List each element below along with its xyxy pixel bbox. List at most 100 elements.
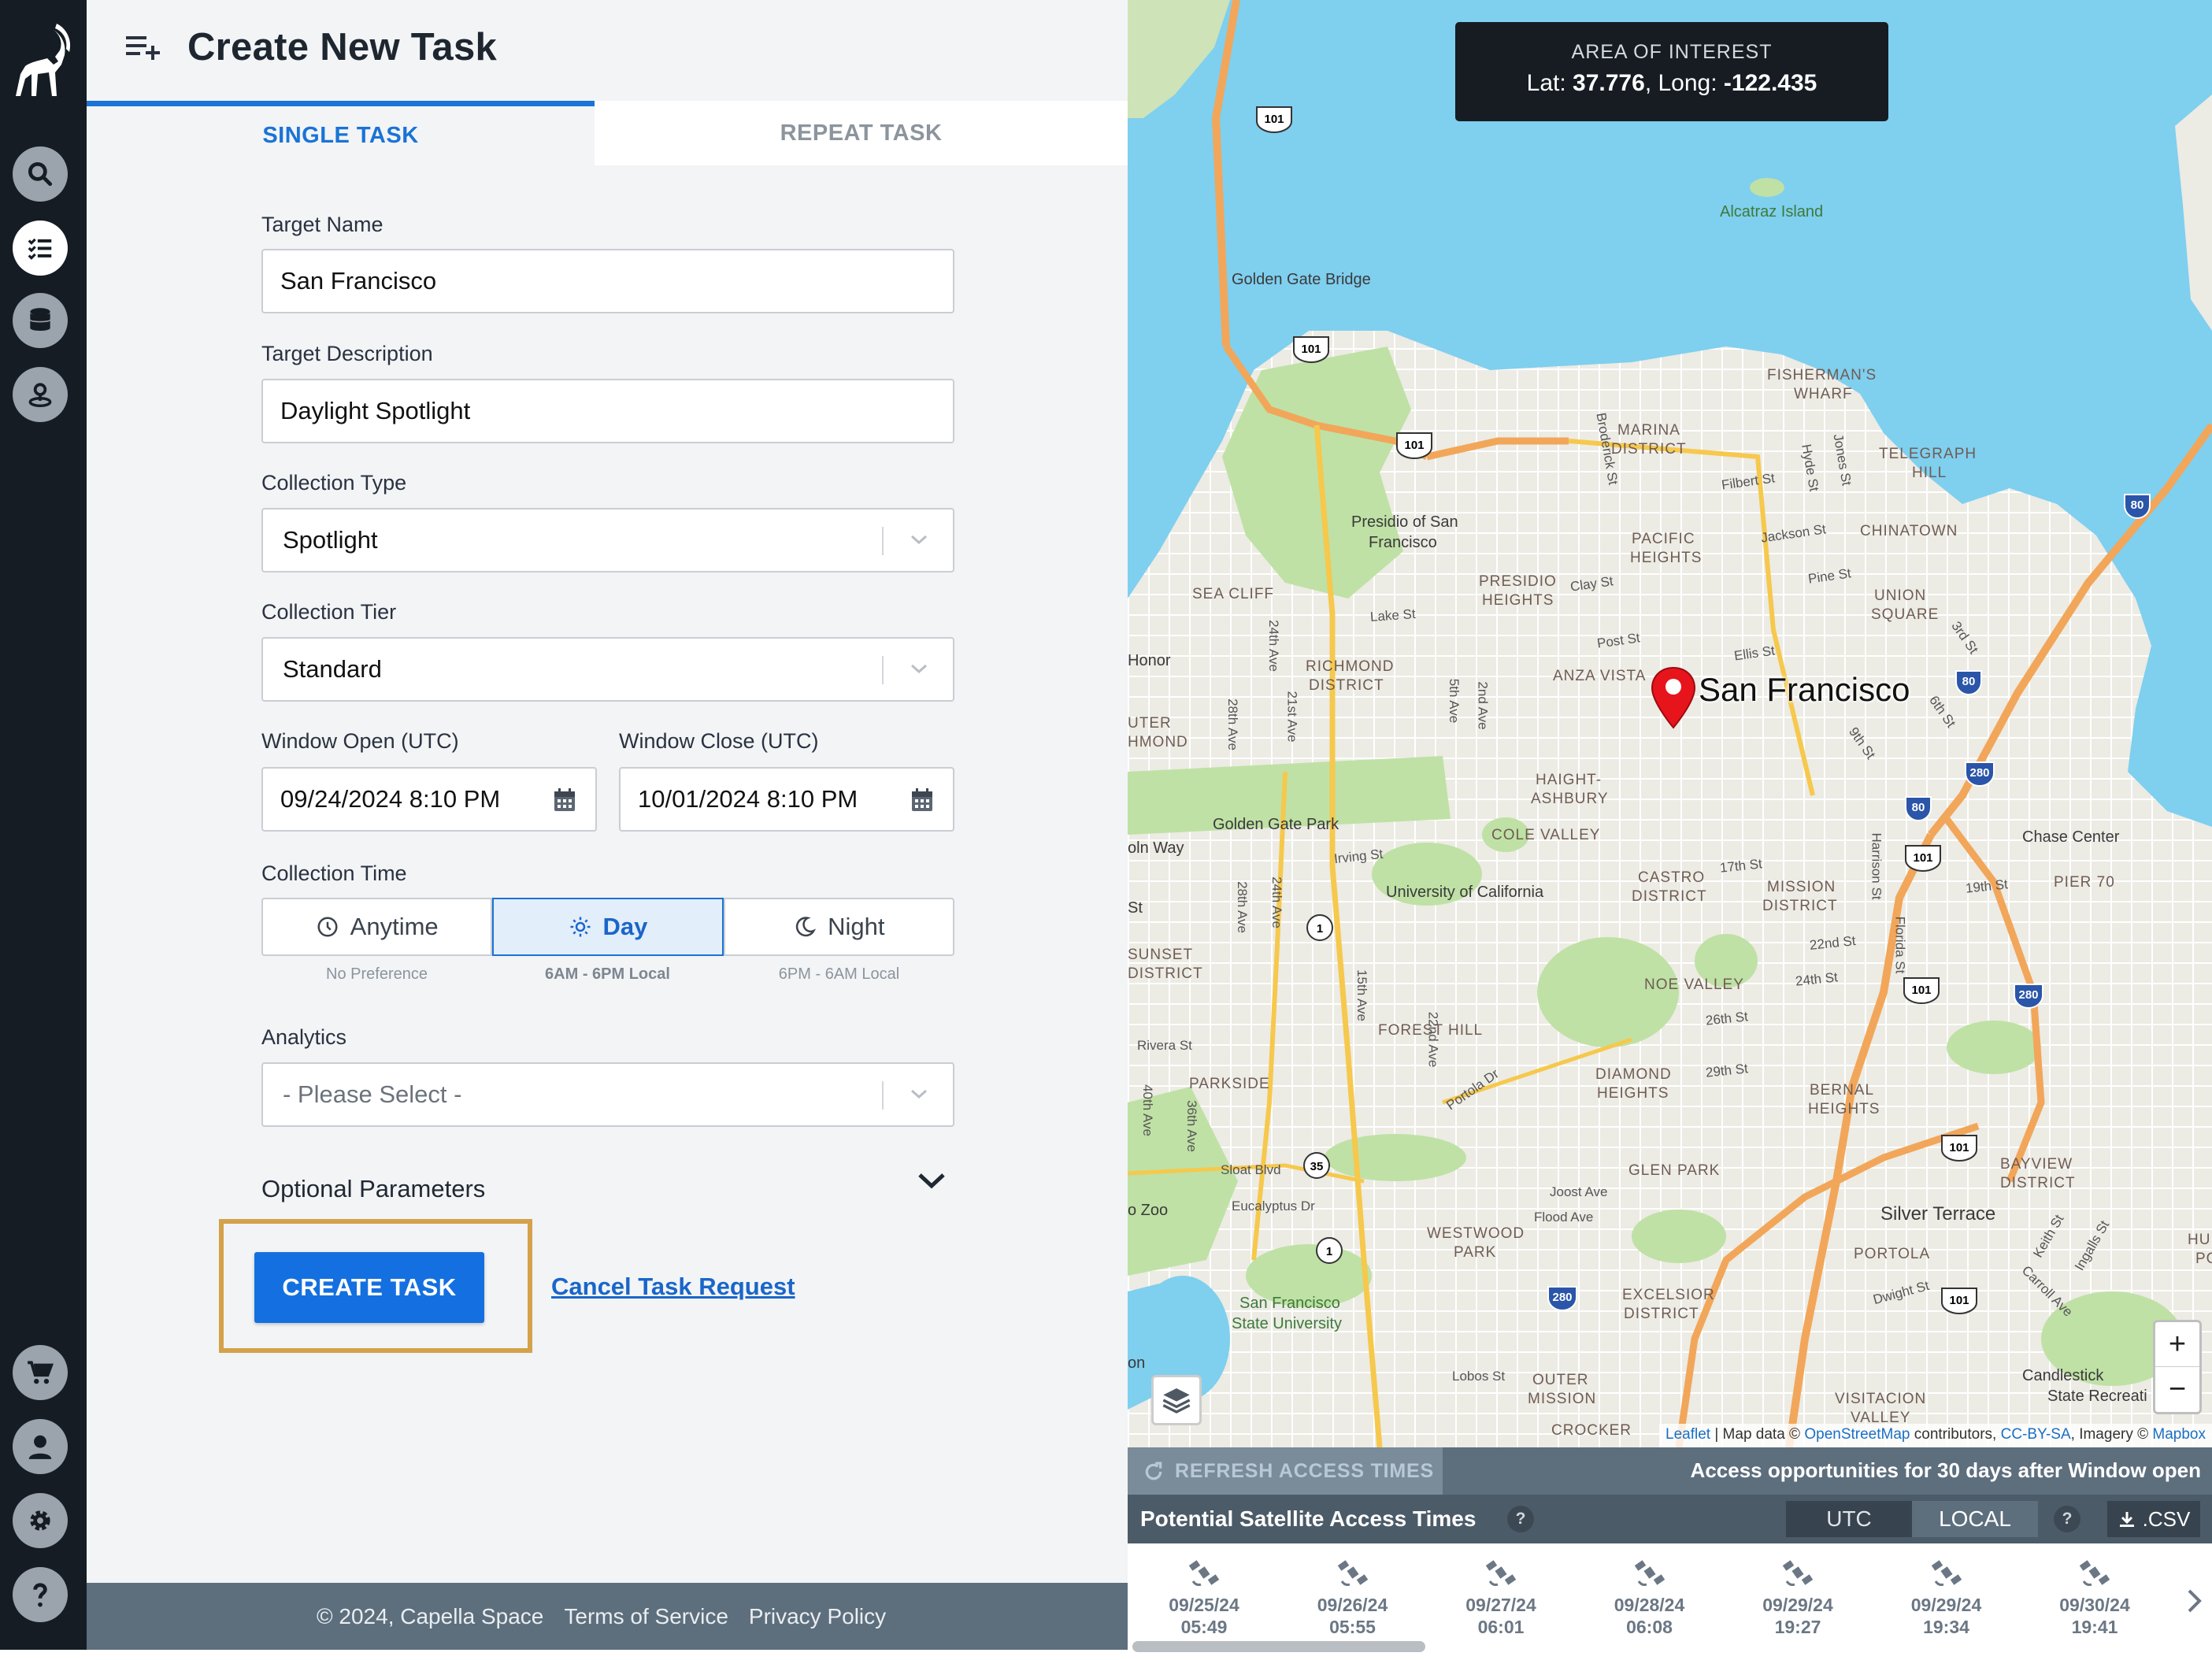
collection-time-day[interactable]: Day bbox=[492, 898, 724, 956]
download-csv-button[interactable]: .CSV bbox=[2107, 1501, 2200, 1537]
sidebar-database-button[interactable] bbox=[13, 293, 68, 348]
sidebar-help-button[interactable] bbox=[13, 1567, 68, 1622]
mapbox-link[interactable]: Mapbox bbox=[2152, 1426, 2206, 1443]
access-time-item[interactable]: 09/25/24 05:49 bbox=[1145, 1543, 1263, 1638]
satellite-icon bbox=[1188, 1560, 1220, 1586]
map-marker-label: San Francisco bbox=[1699, 671, 1910, 708]
window-close-label: Window Close (UTC) bbox=[619, 729, 819, 753]
map-view[interactable]: Alcatraz Island Golden Gate Bridge FISHE… bbox=[1128, 0, 2212, 1447]
map-pin-icon bbox=[28, 383, 52, 407]
timezone-help-icon[interactable]: ? bbox=[2054, 1506, 2080, 1532]
collection-time-label: Collection Time bbox=[261, 861, 407, 885]
osm-link[interactable]: OpenStreetMap bbox=[1804, 1426, 1910, 1443]
map-label: Silver Terrace bbox=[1880, 1203, 1996, 1225]
download-icon bbox=[2119, 1512, 2134, 1527]
street-label: 5th Ave bbox=[1447, 678, 1462, 724]
zoom-out-button[interactable]: − bbox=[2155, 1367, 2199, 1412]
refresh-label: REFRESH ACCESS TIMES bbox=[1175, 1459, 1435, 1482]
map-label: CASTRO bbox=[1638, 869, 1706, 886]
map-label: DIAMOND bbox=[1595, 1066, 1672, 1083]
horizontal-scrollbar[interactable] bbox=[1132, 1641, 1425, 1652]
optional-parameters-toggle[interactable]: Optional Parameters bbox=[261, 1175, 485, 1203]
map-label: DISTRICT bbox=[2000, 1175, 2076, 1191]
aoi-coordinates: Lat: 37.776, Long: -122.435 bbox=[1526, 70, 1817, 96]
sidebar-settings-button[interactable] bbox=[13, 1493, 68, 1548]
database-icon bbox=[30, 308, 50, 332]
tab-single-task[interactable]: SINGLE TASK bbox=[87, 101, 595, 165]
collection-time-night[interactable]: Night bbox=[723, 898, 954, 956]
map-label: WHARF bbox=[1794, 386, 1853, 402]
access-date: 09/30/24 bbox=[2059, 1595, 2130, 1615]
leaflet-link[interactable]: Leaflet bbox=[1665, 1426, 1710, 1443]
sidebar-tasks-button[interactable] bbox=[13, 220, 68, 276]
street-label: Rivera St bbox=[1137, 1038, 1192, 1053]
map-label: HEIGHTS bbox=[1597, 1085, 1669, 1102]
map-label: DISTRICT bbox=[1762, 898, 1838, 914]
window-open-input[interactable]: 09/24/2024 8:10 PM bbox=[261, 767, 597, 832]
satellite-icon bbox=[1485, 1560, 1517, 1586]
license-link[interactable]: CC-BY-SA bbox=[2001, 1426, 2071, 1443]
satellite-icon bbox=[1931, 1560, 1962, 1586]
select-separator bbox=[882, 656, 884, 684]
chevron-down-icon[interactable] bbox=[917, 1170, 947, 1192]
target-name-input[interactable]: San Francisco bbox=[261, 249, 954, 313]
street-label: 28th Ave bbox=[1225, 698, 1240, 750]
street-label: 36th Ave bbox=[1184, 1100, 1199, 1152]
sidebar-search-button[interactable] bbox=[13, 146, 68, 202]
collection-tier-select[interactable]: Standard bbox=[261, 637, 954, 702]
collection-time-anytime[interactable]: Anytime bbox=[261, 898, 493, 956]
footer: © 2024, Capella Space Terms of Service P… bbox=[87, 1583, 1128, 1650]
sidebar-cart-button[interactable] bbox=[13, 1345, 68, 1400]
sidebar-account-button[interactable] bbox=[13, 1419, 68, 1474]
access-time-item[interactable]: 09/28/24 06:08 bbox=[1591, 1543, 1709, 1638]
cancel-task-link[interactable]: Cancel Task Request bbox=[551, 1273, 795, 1301]
target-description-input[interactable]: Daylight Spotlight bbox=[261, 379, 954, 443]
analytics-select[interactable]: - Please Select - bbox=[261, 1062, 954, 1127]
chevron-right-icon[interactable] bbox=[2186, 1588, 2203, 1614]
street-label: 21st Ave bbox=[1284, 691, 1300, 743]
access-time-item[interactable]: 09/29/24 19:34 bbox=[1888, 1543, 2006, 1638]
map-label: Honor bbox=[1128, 652, 1171, 669]
map-marker-icon[interactable] bbox=[1649, 666, 1698, 729]
target-description-value: Daylight Spotlight bbox=[280, 397, 471, 424]
window-close-input[interactable]: 10/01/2024 8:10 PM bbox=[619, 767, 954, 832]
collection-type-select[interactable]: Spotlight bbox=[261, 508, 954, 572]
access-time-item[interactable]: 09/26/24 05:55 bbox=[1294, 1543, 1412, 1638]
access-time-item[interactable]: 09/30/24 19:41 bbox=[2036, 1543, 2154, 1638]
terms-link[interactable]: Terms of Service bbox=[564, 1604, 728, 1629]
map-label: ASHBURY bbox=[1531, 791, 1609, 807]
map-label: HEIGHTS bbox=[1630, 550, 1703, 566]
map-label: HUNT bbox=[2188, 1232, 2212, 1248]
street-label: Florida St bbox=[1892, 916, 1908, 974]
sidebar-location-button[interactable] bbox=[13, 367, 68, 422]
access-date: 09/29/24 bbox=[1910, 1595, 1982, 1615]
timezone-local-button[interactable]: LOCAL bbox=[1912, 1501, 2038, 1537]
map-label: State University bbox=[1232, 1315, 1343, 1332]
access-time-item[interactable]: 09/29/24 19:27 bbox=[1739, 1543, 1857, 1638]
target-name-value: San Francisco bbox=[280, 267, 437, 295]
lat-value: 37.776 bbox=[1573, 70, 1645, 96]
timezone-utc-button[interactable]: UTC bbox=[1786, 1501, 1912, 1537]
street-label: Eucalyptus Dr bbox=[1232, 1199, 1315, 1214]
anytime-subtext: No Preference bbox=[326, 965, 428, 983]
access-help-icon[interactable]: ? bbox=[1507, 1506, 1534, 1532]
street-label: 40th Ave bbox=[1139, 1084, 1155, 1136]
street-label: 24th Ave bbox=[1269, 876, 1284, 928]
tab-repeat-task[interactable]: REPEAT TASK bbox=[595, 101, 1128, 165]
create-task-button[interactable]: CREATE TASK bbox=[254, 1252, 484, 1323]
zoom-in-button[interactable]: + bbox=[2155, 1322, 2199, 1367]
map-label: PRESIDIO bbox=[1479, 573, 1557, 590]
aoi-title: AREA OF INTEREST bbox=[1571, 41, 1773, 63]
user-icon bbox=[28, 1435, 52, 1459]
capella-logo-icon bbox=[16, 24, 71, 96]
calendar-icon[interactable] bbox=[910, 787, 934, 813]
access-time-item[interactable]: 09/27/24 06:01 bbox=[1442, 1543, 1560, 1638]
street-label: 2nd Ave bbox=[1475, 681, 1491, 730]
calendar-icon[interactable] bbox=[553, 787, 576, 813]
privacy-link[interactable]: Privacy Policy bbox=[749, 1604, 886, 1629]
layers-button[interactable] bbox=[1151, 1375, 1202, 1425]
window-open-value: 09/24/2024 8:10 PM bbox=[280, 785, 501, 813]
access-header: Potential Satellite Access Times ? UTC L… bbox=[1128, 1495, 2212, 1543]
long-value: -122.435 bbox=[1723, 70, 1817, 96]
refresh-access-times-button[interactable]: REFRESH ACCESS TIMES bbox=[1128, 1447, 1443, 1495]
